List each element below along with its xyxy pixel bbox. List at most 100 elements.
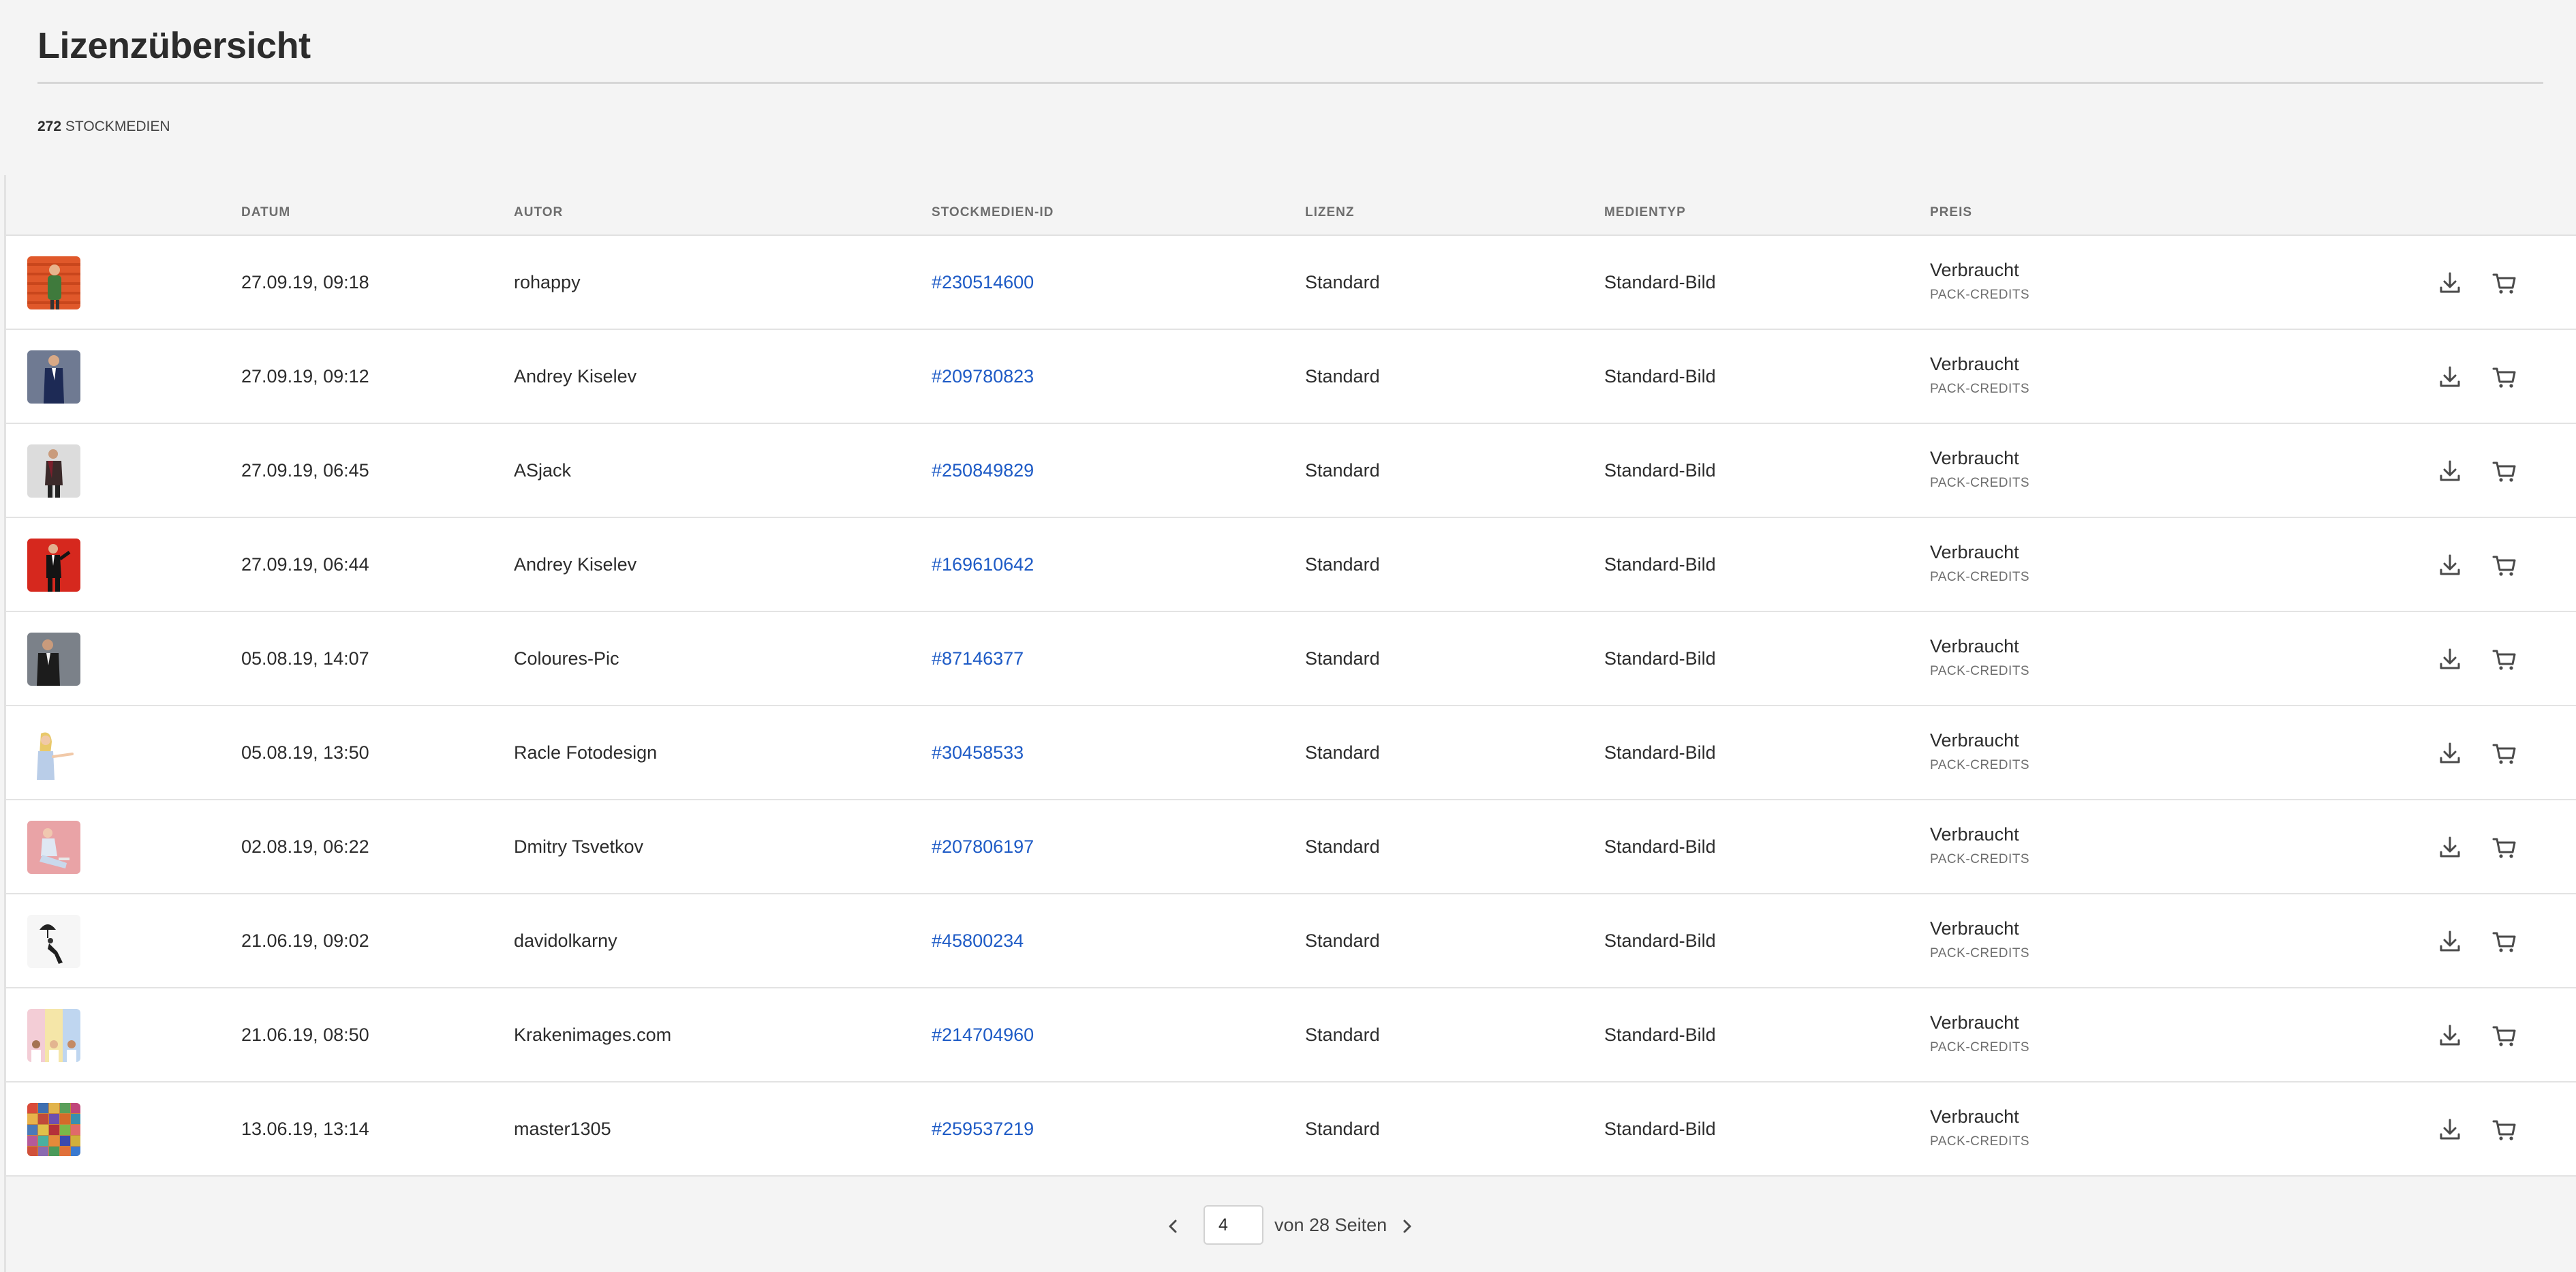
- header-stockmedien-id[interactable]: STOCKMEDIEN-ID: [932, 205, 1054, 220]
- preis-status: Verbraucht: [1930, 354, 2019, 374]
- table-row[interactable]: 05.08.19, 14:07 Coloures-Pic #87146377 Stan…: [6, 612, 2576, 706]
- preis-status: Verbraucht: [1930, 636, 2019, 656]
- download-icon[interactable]: [2436, 269, 2464, 297]
- chevron-right-icon[interactable]: [1398, 1216, 1416, 1237]
- preis-status: Verbraucht: [1930, 1106, 2019, 1127]
- thumbnail-image[interactable]: [27, 1103, 80, 1156]
- table-row[interactable]: 27.09.19, 09:18 rohappy #230514600 Standard…: [6, 236, 2576, 330]
- stockmedien-id-link[interactable]: #250849829: [932, 424, 1034, 517]
- thumbnail-image[interactable]: [27, 256, 80, 309]
- cart-icon[interactable]: [2491, 1022, 2518, 1049]
- cell-medientyp: Standard-Bild: [1604, 271, 1716, 292]
- download-icon[interactable]: [2436, 363, 2464, 391]
- cell-autor: Coloures-Pic: [514, 648, 619, 669]
- download-icon[interactable]: [2436, 551, 2464, 579]
- table-row[interactable]: 02.08.19, 06:22 Dmitry Tsvetkov #207806197…: [6, 800, 2576, 894]
- media-count-number: 272: [37, 119, 62, 134]
- cart-icon[interactable]: [2491, 269, 2518, 297]
- cell-autor: Andrey Kiselev: [514, 554, 637, 575]
- preis-status: Verbraucht: [1930, 730, 2019, 751]
- cell-medientyp: Standard-Bild: [1604, 1118, 1716, 1139]
- cell-datum: 13.06.19, 13:14: [241, 1118, 369, 1139]
- header-datum[interactable]: DATUM: [241, 205, 290, 220]
- cell-lizenz: Standard: [1305, 554, 1380, 575]
- stockmedien-id-link[interactable]: #169610642: [932, 518, 1034, 611]
- header-medientyp[interactable]: MEDIENTYP: [1604, 205, 1686, 220]
- cart-icon[interactable]: [2491, 1116, 2518, 1143]
- cell-datum: 27.09.19, 06:44: [241, 554, 369, 575]
- preis-status: Verbraucht: [1930, 1012, 2019, 1033]
- header-preis[interactable]: PREIS: [1930, 205, 1972, 220]
- stockmedien-id-link[interactable]: #209780823: [932, 330, 1034, 423]
- table-row[interactable]: 27.09.19, 09:12 Andrey Kiselev #209780823 S…: [6, 330, 2576, 424]
- thumbnail-image[interactable]: [27, 1009, 80, 1062]
- cart-icon[interactable]: [2491, 928, 2518, 955]
- cart-icon[interactable]: [2491, 740, 2518, 767]
- thumbnail-image[interactable]: [27, 539, 80, 592]
- thumbnail-image[interactable]: [27, 915, 80, 968]
- table-row[interactable]: 21.06.19, 09:02 davidolkarny #45800234 Stan…: [6, 894, 2576, 988]
- thumbnail-image[interactable]: [27, 727, 80, 780]
- stockmedien-id-link[interactable]: #207806197: [932, 800, 1034, 893]
- preis-type: PACK-CREDITS: [1930, 476, 2030, 490]
- stockmedien-id-link[interactable]: #230514600: [932, 236, 1034, 329]
- cart-icon[interactable]: [2491, 457, 2518, 485]
- table-row[interactable]: 27.09.19, 06:45 ASjack #250849829 Standard S…: [6, 424, 2576, 518]
- cell-datum: 27.09.19, 09:18: [241, 271, 369, 292]
- cell-preis: Verbraucht PACK-CREDITS: [1930, 1106, 2029, 1149]
- header-lizenz[interactable]: LIZENZ: [1305, 205, 1355, 220]
- cell-preis: Verbraucht PACK-CREDITS: [1930, 260, 2029, 303]
- cell-medientyp: Standard-Bild: [1604, 836, 1716, 857]
- cell-datum: 05.08.19, 13:50: [241, 742, 369, 763]
- thumbnail-image[interactable]: [27, 350, 80, 404]
- stockmedien-id-link[interactable]: #214704960: [932, 988, 1034, 1081]
- cell-medientyp: Standard-Bild: [1604, 930, 1716, 951]
- preis-type: PACK-CREDITS: [1930, 570, 2030, 584]
- cell-autor: Krakenimages.com: [514, 1024, 672, 1045]
- page-title: Lizenzübersicht: [37, 25, 311, 66]
- stockmedien-id-link[interactable]: #259537219: [932, 1082, 1034, 1175]
- cell-medientyp: Standard-Bild: [1604, 1024, 1716, 1045]
- download-icon[interactable]: [2436, 740, 2464, 767]
- download-icon[interactable]: [2436, 457, 2464, 485]
- cell-lizenz: Standard: [1305, 459, 1380, 481]
- preis-type: PACK-CREDITS: [1930, 1040, 2030, 1055]
- download-icon[interactable]: [2436, 834, 2464, 861]
- preis-status: Verbraucht: [1930, 542, 2019, 562]
- header-autor[interactable]: AUTOR: [514, 205, 563, 220]
- cell-preis: Verbraucht PACK-CREDITS: [1930, 354, 2029, 397]
- cell-lizenz: Standard: [1305, 930, 1380, 951]
- download-icon[interactable]: [2436, 928, 2464, 955]
- cart-icon[interactable]: [2491, 551, 2518, 579]
- preis-type: PACK-CREDITS: [1930, 946, 2030, 960]
- table-row[interactable]: 27.09.19, 06:44 Andrey Kiselev #169610642 S…: [6, 518, 2576, 612]
- download-icon[interactable]: [2436, 1022, 2464, 1049]
- thumbnail-image[interactable]: [27, 633, 80, 686]
- cell-lizenz: Standard: [1305, 271, 1380, 292]
- page-number-input[interactable]: [1203, 1205, 1263, 1245]
- table-header: DATUM AUTOR STOCKMEDIEN-ID LIZENZ MEDIEN…: [6, 175, 2576, 236]
- pagination: von 28 Seiten: [0, 1205, 2576, 1247]
- chevron-left-icon[interactable]: [1164, 1216, 1182, 1237]
- cell-autor: Dmitry Tsvetkov: [514, 836, 644, 857]
- cart-icon[interactable]: [2491, 834, 2518, 861]
- cell-autor: Racle Fotodesign: [514, 742, 658, 763]
- thumbnail-image[interactable]: [27, 821, 80, 874]
- preis-status: Verbraucht: [1930, 918, 2019, 939]
- stockmedien-id-link[interactable]: #45800234: [932, 894, 1024, 987]
- table-row[interactable]: 05.08.19, 13:50 Racle Fotodesign #30458533…: [6, 706, 2576, 800]
- preis-type: PACK-CREDITS: [1930, 1134, 2030, 1149]
- download-icon[interactable]: [2436, 1116, 2464, 1143]
- table-row[interactable]: 21.06.19, 08:50 Krakenimages.com #21470496…: [6, 988, 2576, 1082]
- cart-icon[interactable]: [2491, 646, 2518, 673]
- stockmedien-id-link[interactable]: #87146377: [932, 612, 1024, 705]
- download-icon[interactable]: [2436, 646, 2464, 673]
- table-row[interactable]: 13.06.19, 13:14 master1305 #259537219 Stand…: [6, 1082, 2576, 1177]
- preis-type: PACK-CREDITS: [1930, 758, 2030, 772]
- preis-status: Verbraucht: [1930, 260, 2019, 280]
- cell-autor: davidolkarny: [514, 930, 617, 951]
- thumbnail-image[interactable]: [27, 444, 80, 498]
- cart-icon[interactable]: [2491, 363, 2518, 391]
- cell-autor: rohappy: [514, 271, 581, 292]
- stockmedien-id-link[interactable]: #30458533: [932, 706, 1024, 799]
